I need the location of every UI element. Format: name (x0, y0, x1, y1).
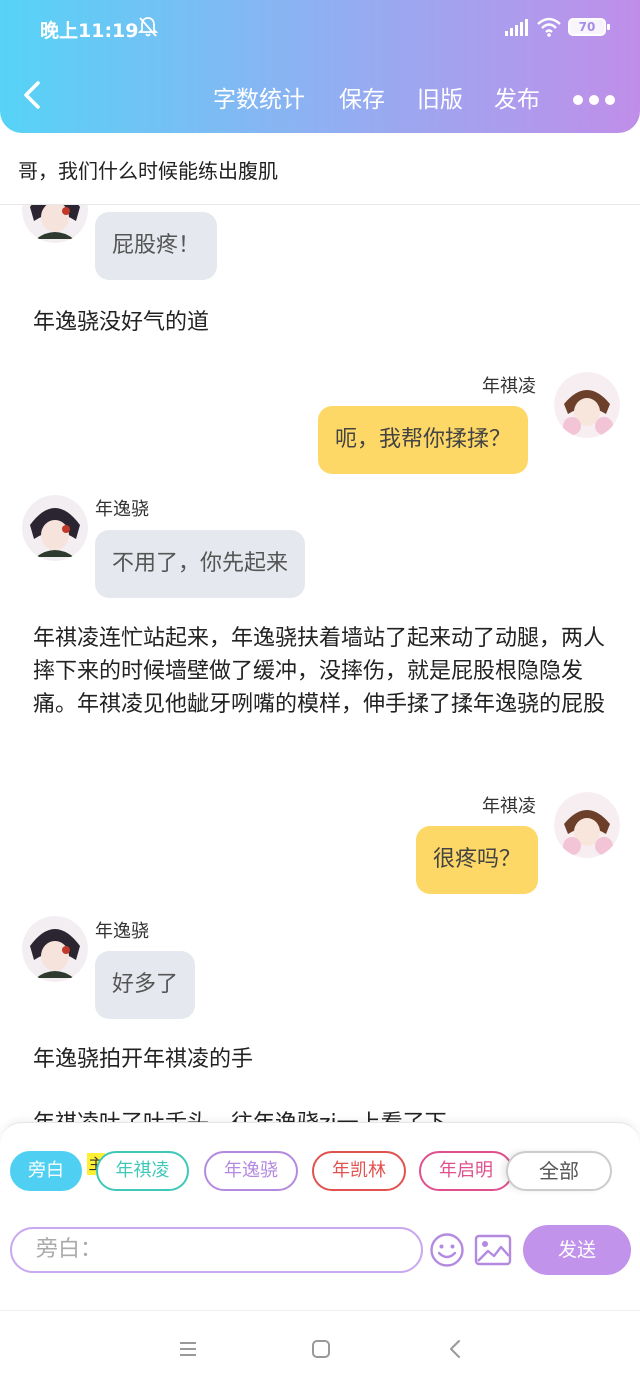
emoji-icon[interactable] (429, 1232, 465, 1268)
publish-button[interactable]: 发布 (494, 80, 540, 114)
word-count-button[interactable]: 字数统计 (213, 80, 305, 114)
role-tab-niankailin[interactable]: 年凯林 (312, 1151, 406, 1191)
app-header: 晚上11:19 70 字数统计 保存 旧版 发布 (0, 0, 640, 133)
status-time: 晚上11:19 (40, 20, 139, 42)
system-navigation-bar (0, 1310, 640, 1387)
battery-indicator: 70 (568, 18, 610, 36)
character-name: 年逸骁 (95, 921, 149, 942)
save-button[interactable]: 保存 (339, 80, 385, 114)
character-name: 年祺凌 (482, 376, 536, 397)
role-tab-all[interactable]: 全部 (506, 1151, 612, 1191)
menu-icon[interactable] (177, 1338, 199, 1360)
message-input[interactable]: 旁白： (10, 1227, 423, 1273)
character-name: 年祺凌 (482, 796, 536, 817)
message-bubble[interactable]: 好多了 (95, 951, 196, 1019)
narration-text[interactable]: 年逸骁拍开年祺凌的手 (33, 1043, 613, 1076)
more-menu-icon[interactable] (573, 90, 623, 105)
avatar-nianyixiao[interactable] (22, 205, 88, 243)
composer-panel: 旁白 主 年祺凌 年逸骁 年凯林 年启明 全部 旁白： 发送 (0, 1122, 640, 1312)
bell-muted-icon (138, 17, 158, 37)
role-tab-nianyixiao[interactable]: 年逸骁 (204, 1151, 298, 1191)
message-bubble[interactable]: 呃，我帮你揉揉？ (318, 406, 529, 474)
image-icon[interactable] (474, 1234, 512, 1266)
avatar-nianyixiao[interactable] (22, 916, 88, 982)
old-version-button[interactable]: 旧版 (417, 80, 463, 114)
role-tab-narrator[interactable]: 旁白 (10, 1151, 82, 1191)
back-icon[interactable] (444, 1338, 466, 1360)
character-name: 年逸骁 (95, 499, 149, 520)
narration-text[interactable]: 年祺凌连忙站起来，年逸骁扶着墙站了起来动了动腿，两人摔下来的时候墙壁做了缓冲，没… (33, 622, 613, 721)
avatar-nianqiling[interactable] (554, 372, 620, 438)
signal-icon (505, 19, 528, 36)
message-bubble[interactable]: 很疼吗？ (416, 826, 539, 894)
message-bubble[interactable]: 不用了，你先起来 (95, 530, 306, 598)
home-icon[interactable] (310, 1338, 332, 1360)
back-arrow-icon[interactable] (20, 80, 46, 110)
wifi-icon (537, 17, 561, 37)
story-content[interactable]: 屁股疼！ 年逸骁没好气的道 年祺凌 呃，我帮你揉揉？ 年逸骁 不用了，你先起来 … (0, 205, 640, 1125)
role-tab-nianqiling[interactable]: 年祺凌 (96, 1151, 189, 1191)
avatar-nianyixiao[interactable] (22, 495, 88, 561)
role-tab-nianqiming[interactable]: 年启明 (419, 1151, 513, 1191)
send-button[interactable]: 发送 (523, 1225, 631, 1275)
story-title: 哥，我们什么时候能练出腹肌 (18, 159, 278, 183)
message-bubble[interactable]: 屁股疼！ (95, 212, 218, 280)
avatar-nianqiling[interactable] (554, 792, 620, 858)
narration-text[interactable]: 年逸骁没好气的道 (33, 306, 613, 339)
